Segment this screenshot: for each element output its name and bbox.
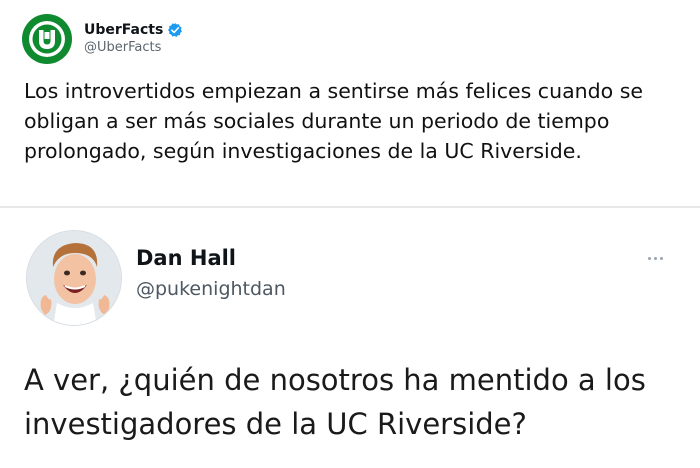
uberfacts-logo-icon xyxy=(29,21,65,57)
more-options-icon xyxy=(647,256,651,260)
more-options-icon xyxy=(659,256,663,260)
verified-badge-icon xyxy=(167,22,183,38)
tweet-text: A ver, ¿quién de nosotros ha mentido a l… xyxy=(24,363,646,441)
uberfacts-avatar[interactable] xyxy=(22,14,72,64)
more-options-icon xyxy=(653,256,657,260)
reply-tweet: Dan Hall @pukenightdan A ver, ¿quién de … xyxy=(0,208,700,468)
author-name[interactable]: UberFacts xyxy=(84,22,163,38)
profile-photo-image xyxy=(27,231,121,325)
quoted-tweet: UberFacts @UberFacts Los introvertidos e… xyxy=(0,0,700,206)
profile-photo[interactable] xyxy=(26,230,122,326)
author-name[interactable]: Dan Hall xyxy=(136,246,236,270)
author-handle[interactable]: @pukenightdan xyxy=(136,278,286,300)
tweet-text: Los introvertidos empiezan a sentirse má… xyxy=(24,79,643,163)
author-handle[interactable]: @UberFacts xyxy=(84,40,161,55)
more-options-button[interactable] xyxy=(640,248,670,268)
